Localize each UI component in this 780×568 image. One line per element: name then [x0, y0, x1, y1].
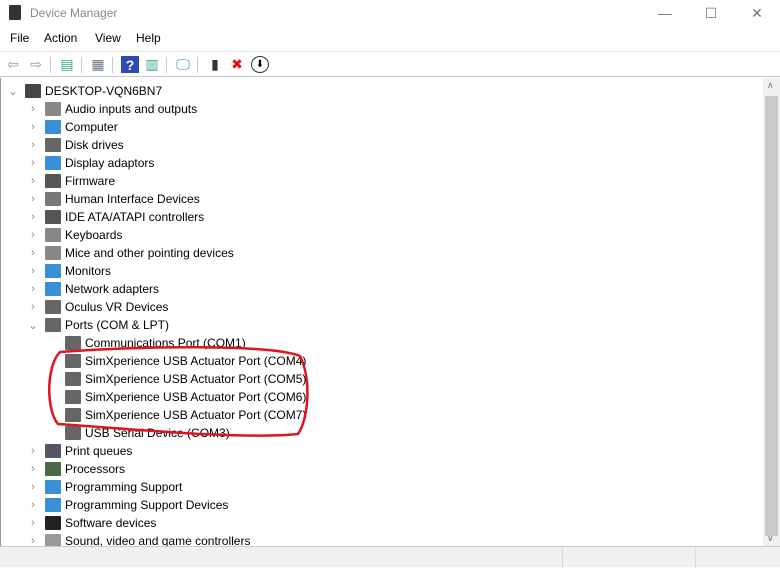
scroll-down-icon[interactable]: ∨: [767, 533, 774, 544]
scrollbar-thumb[interactable]: [765, 96, 778, 536]
vertical-scrollbar[interactable]: ∧ ∨: [763, 78, 780, 546]
scroll-up-icon[interactable]: ∧: [767, 80, 774, 91]
red-annotation-ellipse: [48, 346, 309, 437]
status-bar: [0, 546, 780, 568]
